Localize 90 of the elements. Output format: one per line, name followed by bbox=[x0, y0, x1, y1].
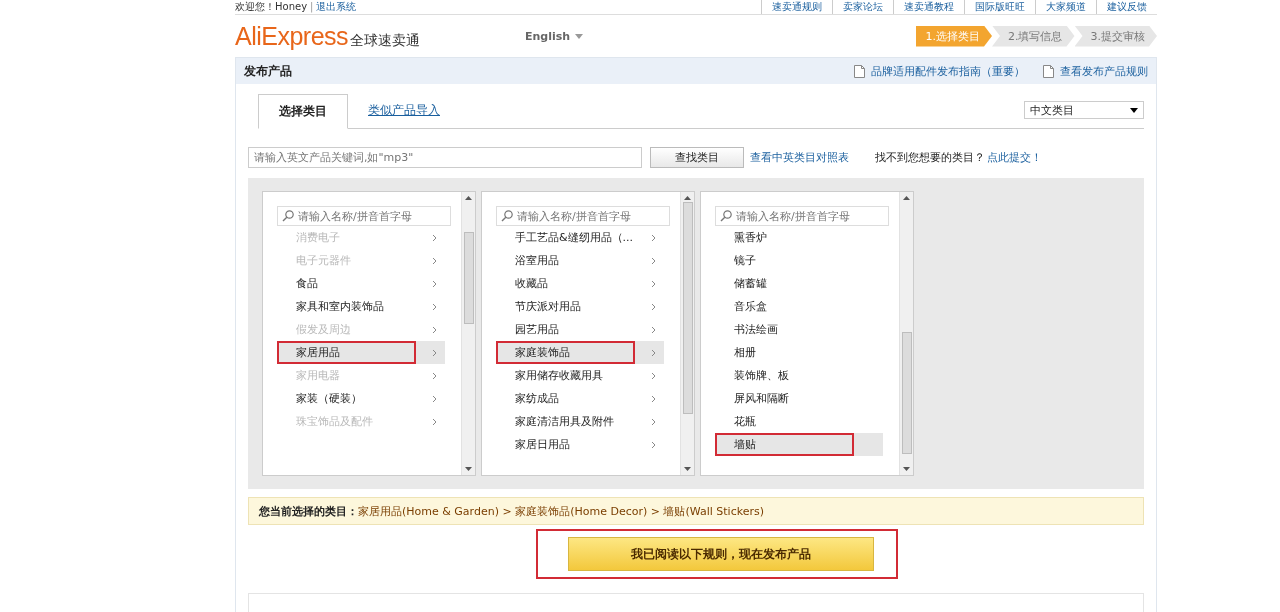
chevron-right-icon bbox=[432, 325, 437, 334]
logo-subtitle: 全球速卖通 bbox=[350, 31, 421, 50]
scroll-down-icon[interactable] bbox=[684, 467, 691, 471]
publish-button[interactable]: 我已阅读以下规则，现在发布产品 bbox=[568, 537, 874, 571]
top-nav-link[interactable]: 国际版旺旺 bbox=[964, 0, 1035, 14]
chevron-right-icon bbox=[432, 371, 437, 380]
top-nav-link[interactable]: 速卖通教程 bbox=[893, 0, 964, 14]
category-item[interactable]: 家装（硬装） bbox=[277, 387, 445, 410]
category-item[interactable]: 家居用品 bbox=[277, 341, 445, 364]
category-item[interactable]: 镜子 bbox=[715, 249, 883, 272]
guide-link[interactable]: 查看发布产品规则 bbox=[1060, 63, 1148, 79]
search-icon bbox=[720, 210, 732, 222]
chevron-right-icon bbox=[432, 394, 437, 403]
chevron-right-icon bbox=[432, 233, 437, 242]
category-item[interactable]: 装饰牌、板 bbox=[715, 364, 883, 387]
scrollbar-thumb[interactable] bbox=[464, 232, 474, 324]
scroll-down-icon[interactable] bbox=[465, 467, 472, 471]
category-item[interactable]: 食品 bbox=[277, 272, 445, 295]
caret-icon bbox=[1130, 107, 1138, 113]
category-item[interactable]: 家用储存收藏用具 bbox=[496, 364, 664, 387]
filter-field[interactable]: 请输入名称/拼音首字母 bbox=[496, 206, 670, 226]
scrollbar-thumb[interactable] bbox=[902, 332, 912, 454]
scrollbar-thumb[interactable] bbox=[683, 202, 693, 414]
tab[interactable]: 选择类目 bbox=[258, 94, 348, 129]
language-dropdown[interactable]: English bbox=[525, 29, 584, 43]
category-item[interactable]: 浴室用品 bbox=[496, 249, 664, 272]
chevron-right-icon bbox=[651, 233, 656, 242]
scroll-up-icon[interactable] bbox=[903, 196, 910, 200]
keyword-search-field[interactable]: 请输入英文产品关键词,如"mp3" bbox=[248, 147, 642, 168]
category-item[interactable]: 节庆派对用品 bbox=[496, 295, 664, 318]
submit-link[interactable]: 点此提交！ bbox=[987, 150, 1042, 165]
separator-text: | bbox=[310, 1, 314, 12]
chevron-right-icon bbox=[651, 325, 656, 334]
category-item[interactable]: 相册 bbox=[715, 341, 883, 364]
top-nav-link[interactable]: 速卖通规则 bbox=[761, 0, 832, 14]
category-item[interactable]: 家庭清洁用具及附件 bbox=[496, 410, 664, 433]
category-language-select[interactable]: 中文类目 bbox=[1024, 101, 1144, 119]
chevron-right-icon bbox=[651, 302, 656, 311]
chevron-right-icon bbox=[432, 417, 437, 426]
scroll-down-icon[interactable] bbox=[903, 467, 910, 471]
category-item[interactable]: 家纺成品 bbox=[496, 387, 664, 410]
document-icon bbox=[1043, 64, 1054, 78]
progress-step: 3.提交审核 bbox=[1074, 25, 1157, 47]
chevron-right-icon bbox=[651, 417, 656, 426]
chevron-right-icon bbox=[432, 279, 437, 288]
search-icon bbox=[282, 210, 294, 222]
search-icon bbox=[501, 210, 513, 222]
current-selection-text: 您当前选择的类目：家居用品(Home & Garden) > 家庭装饰品(Home Decor) > 墙贴(Wall Stickers) bbox=[259, 503, 764, 519]
category-item[interactable]: 音乐盒 bbox=[715, 295, 883, 318]
chevron-right-icon bbox=[651, 440, 656, 449]
progress-step: 2.填写信息 bbox=[992, 25, 1075, 47]
top-nav-link[interactable]: 建议反馈 bbox=[1096, 0, 1157, 14]
top-nav-link[interactable]: 大家频道 bbox=[1035, 0, 1096, 14]
category-item[interactable]: 家具和室内装饰品 bbox=[277, 295, 445, 318]
category-item[interactable]: 墙贴 bbox=[715, 433, 883, 456]
category-item[interactable]: 园艺用品 bbox=[496, 318, 664, 341]
caret-icon bbox=[575, 33, 584, 39]
chevron-right-icon bbox=[651, 279, 656, 288]
filter-field[interactable]: 请输入名称/拼音首字母 bbox=[277, 206, 451, 226]
logout-link[interactable]: 退出系统 bbox=[316, 1, 357, 12]
top-nav-link[interactable]: 卖家论坛 bbox=[832, 0, 893, 14]
guide-link[interactable]: 品牌适用配件发布指南（重要） bbox=[871, 63, 1025, 79]
scroll-up-icon[interactable] bbox=[465, 196, 472, 200]
category-item[interactable]: 屏风和隔断 bbox=[715, 387, 883, 410]
chevron-right-icon bbox=[651, 348, 656, 357]
logo-wordmark: AliExpress bbox=[235, 21, 349, 51]
chevron-right-icon bbox=[651, 256, 656, 265]
mapping-table-link[interactable]: 查看中英类目对照表 bbox=[750, 150, 849, 165]
document-icon bbox=[854, 64, 865, 78]
category-item[interactable]: 储蓄罐 bbox=[715, 272, 883, 295]
scroll-up-icon[interactable] bbox=[684, 196, 691, 200]
chevron-right-icon bbox=[432, 256, 437, 265]
hint-text: 找不到您想要的类目？ bbox=[875, 150, 985, 165]
filter-field[interactable]: 请输入名称/拼音首字母 bbox=[715, 206, 889, 226]
category-item[interactable]: 熏香炉 bbox=[715, 226, 883, 249]
category-item[interactable]: 家居日用品 bbox=[496, 433, 664, 456]
panel-title: 发布产品 bbox=[244, 62, 292, 80]
category-item[interactable]: 书法绘画 bbox=[715, 318, 883, 341]
category-item[interactable]: 花瓶 bbox=[715, 410, 883, 433]
chevron-right-icon bbox=[432, 302, 437, 311]
category-item[interactable]: 手工艺品&缝纫用品（... bbox=[496, 226, 664, 249]
chevron-right-icon bbox=[432, 348, 437, 357]
category-item[interactable]: 家庭装饰品 bbox=[496, 341, 664, 364]
chevron-right-icon bbox=[651, 371, 656, 380]
tab[interactable]: 类似产品导入 bbox=[348, 94, 460, 128]
greeting-text: 欢迎您！Honey bbox=[235, 1, 308, 12]
category-item[interactable]: 收藏品 bbox=[496, 272, 664, 295]
find-category-button[interactable]: 查找类目 bbox=[650, 147, 744, 168]
progress-step: 1.选择类目 bbox=[915, 25, 992, 47]
chevron-right-icon bbox=[651, 394, 656, 403]
